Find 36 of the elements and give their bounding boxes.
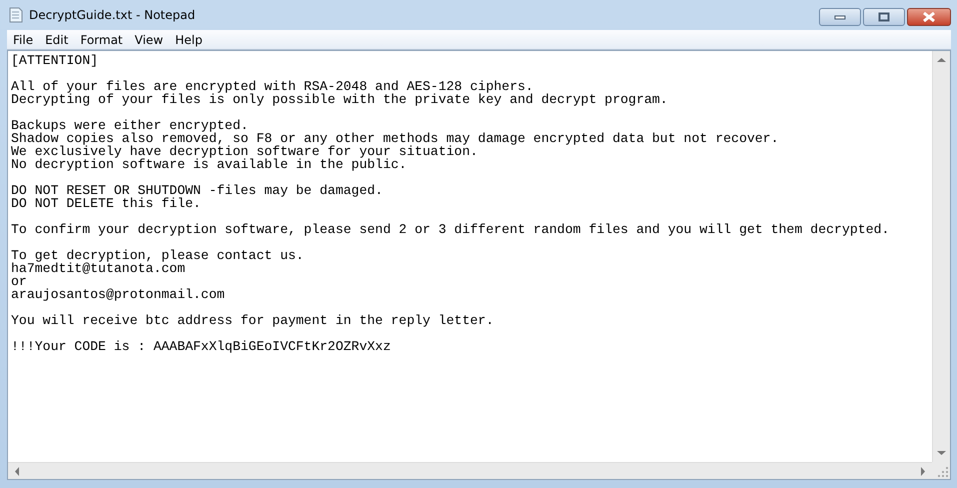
text-line: We exclusively have decryption software for your situation. <box>11 145 478 158</box>
text-line: [ATTENTION] <box>11 54 100 67</box>
close-button[interactable] <box>907 8 951 26</box>
scroll-right-icon[interactable] <box>920 466 926 476</box>
text-line: To confirm your decryption software, please send 2 or 3 different random files and you will get them decrypted. <box>11 223 890 236</box>
text-line: !!!Your CODE is : AAABAFxXlqBiGEoIVCFtKr2OZRvXxz <box>11 340 392 353</box>
text-line: Decrypting of your files is only possible with the private key and decrypt program. <box>11 93 669 106</box>
text-line: All of your files are encrypted with RSA-2048 and AES-128 ciphers. <box>11 80 534 93</box>
close-icon <box>922 12 936 22</box>
resize-grip-icon[interactable] <box>938 467 948 477</box>
document-icon <box>9 7 23 23</box>
text-line: To get decryption, please contact us. <box>11 249 305 262</box>
menu-item[interactable]: Help <box>169 32 208 46</box>
window-title: DecryptGuide.txt - Notepad <box>29 8 196 22</box>
scroll-left-icon[interactable] <box>14 466 20 476</box>
menu-item[interactable]: File <box>7 32 40 46</box>
text-line: Shadow copies also removed, so F8 or any other methods may damage encrypted data but not recover. <box>11 132 780 145</box>
scroll-up-icon[interactable] <box>937 57 946 63</box>
menu-item[interactable]: Edit <box>39 32 74 46</box>
maximize-icon <box>878 12 890 22</box>
minimize-icon <box>834 14 846 20</box>
text-line: or <box>11 275 27 288</box>
horizontal-scrollbar[interactable] <box>8 462 932 479</box>
text-line: araujosantos@protonmail.com <box>11 288 226 301</box>
text-line: DO NOT DELETE this file. <box>11 197 202 210</box>
menu-item[interactable]: Format <box>74 32 129 46</box>
maximize-button[interactable] <box>863 8 905 26</box>
text-line: No decryption software is available in the public. <box>11 158 408 171</box>
vertical-scrollbar[interactable] <box>932 51 950 462</box>
text-line: DO NOT RESET OR SHUTDOWN -files may be damaged. <box>11 184 384 197</box>
text-line: Backups were either encrypted. <box>11 119 250 132</box>
menu-item[interactable]: View <box>128 32 170 46</box>
text-line: You will receive btc address for payment in the reply letter. <box>11 314 495 327</box>
minimize-button[interactable] <box>819 8 861 26</box>
scroll-down-icon[interactable] <box>937 450 946 456</box>
text-line: ha7medtit@tutanota.com <box>11 262 186 275</box>
